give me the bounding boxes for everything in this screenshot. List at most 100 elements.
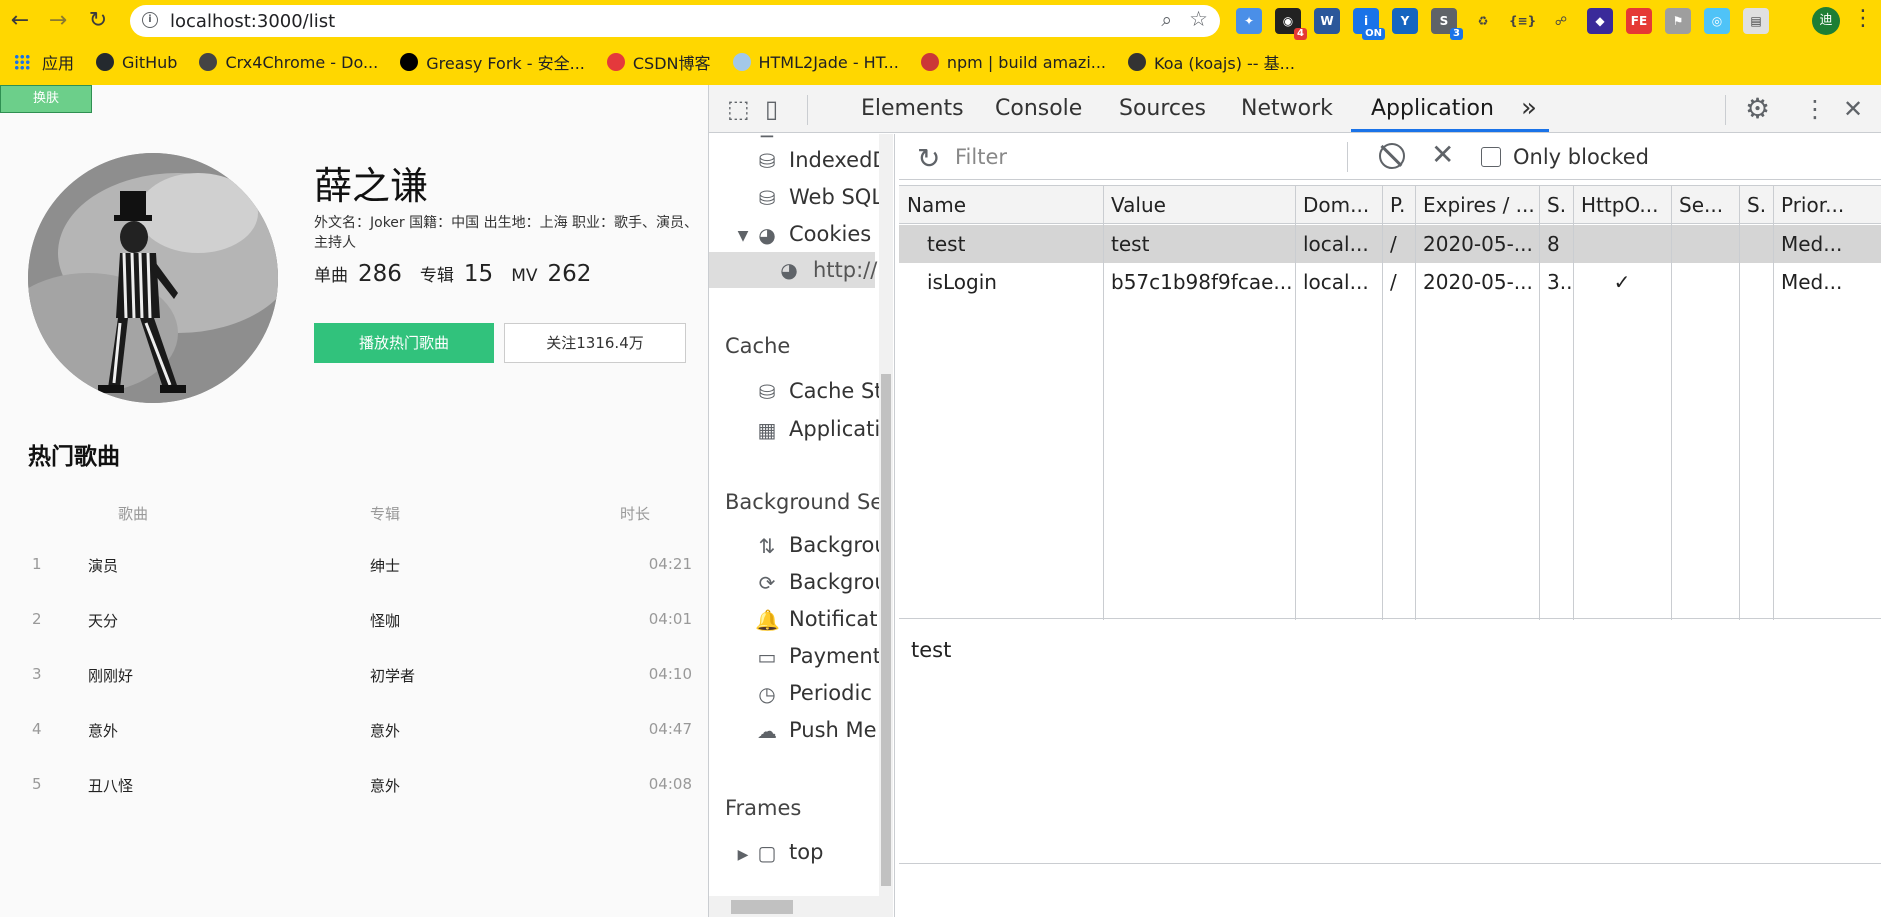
sidebar-section-background-services: Background Ser [725,490,892,514]
artist-description: 外文名：Joker 国籍：中国 出生地：上海 职业：歌手、演员、主持人 [314,215,699,251]
bookmark-item[interactable]: npm | build amazi... [920,47,1106,77]
column-header-expires[interactable]: Expires / ... [1415,186,1539,224]
bookmark-item[interactable]: Crx4Chrome - Do... [199,47,378,77]
delete-selected-icon[interactable]: ✕ [1431,138,1454,171]
back-arrow-icon[interactable]: ← [8,9,32,33]
s-extension-icon[interactable]: S3 [1431,8,1463,40]
sidebar-item-application-cache[interactable]: Applicati [789,417,880,441]
react-devtools-extension-icon[interactable]: ◉ 4 [1275,8,1307,40]
song-duration: 04:08 [648,775,692,793]
song-row[interactable]: 5 丑八怪 意外 04:08 [0,765,708,805]
gem-extension-icon[interactable]: ◆ [1587,8,1613,34]
sidebar-item-push-messaging[interactable]: Push Me [789,718,877,742]
tab-console[interactable]: Console [995,96,1082,121]
info-on-extension-icon[interactable]: i ON [1353,8,1385,40]
column-divider[interactable] [1739,186,1740,620]
song-row[interactable]: 3 刚刚好 初学者 04:10 [0,655,708,695]
column-header-httponly[interactable]: HttpO... [1573,186,1671,224]
song-row[interactable]: 4 意外 意外 04:47 [0,710,708,750]
sidebar-item-periodic-sync[interactable]: Periodic [789,681,872,705]
profile-avatar[interactable]: 迪 [1812,7,1840,35]
column-header-name[interactable]: Name [899,186,1103,224]
column-divider[interactable] [1382,186,1383,620]
column-divider[interactable] [1671,186,1672,620]
compass-extension-icon[interactable]: ◎ [1704,8,1730,34]
bookmark-label: 应用 [42,54,75,73]
skin-button[interactable]: 换肤 [0,85,92,113]
sidebar-item-cookie-origin[interactable]: http:// [813,258,877,282]
column-divider[interactable] [1773,186,1774,620]
more-options-icon[interactable]: ⋮ [1803,95,1827,123]
network-extension-icon[interactable]: ☍ [1548,8,1574,34]
zoom-icon[interactable]: ⌕ [1161,9,1172,31]
recycle-extension-icon[interactable]: ♻ [1470,8,1496,34]
sidebar-item-indexeddb[interactable]: IndexedD [789,148,889,172]
y-extension-icon[interactable]: Y [1392,8,1418,34]
column-divider[interactable] [1539,186,1540,620]
flag-extension-icon[interactable]: ⚑ [1665,8,1691,34]
json-extension-icon[interactable]: {≡} [1509,8,1536,34]
clear-all-cookies-icon[interactable] [1379,143,1405,169]
device-toolbar-icon[interactable]: ▯ [765,95,778,123]
column-header-path[interactable]: P. [1382,186,1415,224]
sidebar-item-cookies[interactable]: Cookies [789,222,871,246]
tab-sources[interactable]: Sources [1119,96,1206,121]
reload-icon[interactable]: ↻ [86,9,110,33]
filter-input[interactable] [955,143,1335,171]
column-header-priority[interactable]: Prior... [1773,186,1881,224]
follow-button[interactable]: 关注1316.4万 [504,323,686,363]
fe-extension-icon[interactable]: FE [1626,8,1652,34]
site-info-icon[interactable]: i [142,12,158,28]
browser-menu-icon[interactable]: ⋮ [1852,6,1874,31]
bookmark-item[interactable]: GitHub [96,47,177,77]
expand-triangle-icon[interactable]: ▼ [731,224,755,248]
cookie-row[interactable]: isLogin b57c1b98f9fcae... local... / 2020-05… [899,263,1881,301]
song-row[interactable]: 1 演员 绅士 04:21 [0,545,708,585]
sidebar-item-notifications[interactable]: Notificat [789,607,878,631]
forward-arrow-icon[interactable]: → [46,9,70,33]
sidebar-item-frame-top[interactable]: top [789,840,823,864]
sidebar-item-websql[interactable]: Web SQL [789,185,883,209]
play-hot-songs-button[interactable]: 播放热门歌曲 [314,323,494,363]
bookmark-star-icon[interactable]: ☆ [1189,7,1208,31]
column-divider[interactable] [1103,186,1104,620]
bookmark-item[interactable]: CSDN博客 [606,47,711,77]
bookmark-item[interactable]: Koa (koajs) -- 基... [1128,47,1295,77]
tab-elements[interactable]: Elements [861,96,964,121]
tab-application[interactable]: Application [1371,96,1494,121]
column-header-domain[interactable]: Dom... [1295,186,1382,224]
column-divider[interactable] [1415,186,1416,620]
calendar-extension-icon[interactable]: ▤ [1743,8,1769,34]
sidebar-item-background-sync[interactable]: Backgrou [789,570,888,594]
only-blocked-checkbox[interactable] [1481,147,1501,167]
refresh-icon[interactable]: ↻ [917,142,940,175]
address-url[interactable]: localhost:3000/list [170,11,335,32]
sidebar-item-background-fetch[interactable]: Backgrou [789,533,888,557]
address-bar[interactable]: i localhost:3000/list ⌕ ☆ [130,5,1220,37]
sidebar-hscroll-thumb[interactable] [731,900,793,914]
devtools-tabbar: ⬚ ▯ Elements Console Sources Network App… [709,85,1881,133]
column-header-value[interactable]: Value [1103,186,1295,224]
cookie-cell-path: / [1390,270,1397,294]
bookmark-item[interactable]: 应用 [14,47,74,77]
sidebar-scroll-thumb[interactable] [881,374,891,886]
cookie-row[interactable]: test test local... / 2020-05-... 8 Med... [899,225,1881,263]
column-divider[interactable] [1295,186,1296,620]
tab-network[interactable]: Network [1241,96,1333,121]
column-header-secure[interactable]: Se... [1671,186,1739,224]
sidebar-item-payment-handler[interactable]: Payment [789,644,881,668]
settings-gear-icon[interactable]: ⚙ [1745,95,1770,123]
bookmark-item[interactable]: Greasy Fork - 安全... [400,47,585,77]
feather-extension-icon[interactable]: ✦ [1236,8,1262,34]
close-devtools-icon[interactable]: ✕ [1843,95,1863,123]
expand-triangle-icon[interactable]: ▶ [731,843,755,867]
inspect-element-icon[interactable]: ⬚ [727,95,750,123]
more-tabs-icon[interactable]: » [1521,93,1537,123]
sidebar-item-cache-storage[interactable]: Cache St [789,379,883,403]
song-row[interactable]: 2 天分 怪咖 04:01 [0,600,708,640]
column-header-size[interactable]: S. [1539,186,1573,224]
column-header-samesite[interactable]: S. [1739,186,1773,224]
word-extension-icon[interactable]: W [1314,8,1340,34]
bookmark-item[interactable]: HTML2Jade - HT... [732,47,899,77]
column-divider[interactable] [1573,186,1574,620]
